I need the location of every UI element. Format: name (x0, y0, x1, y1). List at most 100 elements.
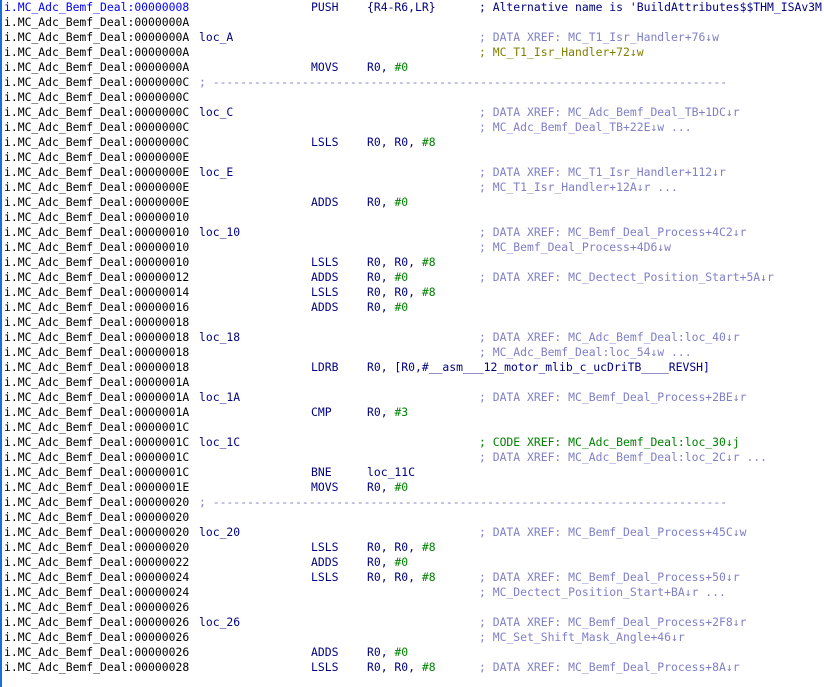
line-address[interactable]: i.MC_Adc_Bemf_Deal:00000018 (4, 360, 189, 375)
xref-comment[interactable]: ; MC_Adc_Bemf_Deal:loc_54↓w ... (479, 345, 692, 360)
line-address[interactable]: i.MC_Adc_Bemf_Deal:0000001A (4, 405, 189, 420)
instruction-operands[interactable]: R0, [R0,#__asm___12_motor_mlib_c_ucDriTB… (367, 360, 710, 375)
instruction-mnemonic[interactable]: CMP (311, 405, 332, 420)
instruction-operands[interactable]: loc_11C (367, 465, 415, 480)
instruction-mnemonic[interactable]: ADDS (311, 300, 338, 315)
xref-comment[interactable]: ; DATA XREF: MC_Adc_Bemf_Deal:loc_40↓r (479, 330, 740, 345)
line-address[interactable]: i.MC_Adc_Bemf_Deal:00000010 (4, 255, 189, 270)
line-address[interactable]: i.MC_Adc_Bemf_Deal:00000010 (4, 225, 189, 240)
line-address[interactable]: i.MC_Adc_Bemf_Deal:0000000E (4, 180, 189, 195)
line-address[interactable]: i.MC_Adc_Bemf_Deal:00000012 (4, 270, 189, 285)
instruction-mnemonic[interactable]: ADDS (311, 270, 338, 285)
line-address[interactable]: i.MC_Adc_Bemf_Deal:00000008 (4, 0, 189, 15)
line-address[interactable]: i.MC_Adc_Bemf_Deal:0000001C (4, 465, 189, 480)
code-label[interactable]: loc_1A (199, 390, 240, 405)
instruction-mnemonic[interactable]: ADDS (311, 195, 338, 210)
xref-comment[interactable]: ; DATA XREF: MC_Bemf_Deal_Process+2BE↓r (479, 390, 746, 405)
code-label[interactable]: loc_18 (199, 330, 240, 345)
code-label[interactable]: loc_A (199, 30, 233, 45)
instruction-operands[interactable]: R0, #0 (367, 195, 408, 210)
line-address[interactable]: i.MC_Adc_Bemf_Deal:0000001A (4, 390, 189, 405)
xref-comment[interactable]: ; DATA XREF: MC_Bemf_Deal_Process+50↓r (479, 570, 740, 585)
line-address[interactable]: i.MC_Adc_Bemf_Deal:0000000C (4, 135, 189, 150)
instruction-operands[interactable]: R0, R0, #8 (367, 660, 436, 675)
line-address[interactable]: i.MC_Adc_Bemf_Deal:00000018 (4, 315, 189, 330)
line-address[interactable]: i.MC_Adc_Bemf_Deal:00000020 (4, 525, 189, 540)
instruction-mnemonic[interactable]: LSLS (311, 540, 338, 555)
instruction-mnemonic[interactable]: MOVS (311, 60, 338, 75)
line-address[interactable]: i.MC_Adc_Bemf_Deal:00000016 (4, 300, 189, 315)
code-label[interactable]: loc_26 (199, 615, 240, 630)
line-address[interactable]: i.MC_Adc_Bemf_Deal:00000020 (4, 495, 189, 510)
line-address[interactable]: i.MC_Adc_Bemf_Deal:0000001C (4, 450, 189, 465)
instruction-operands[interactable]: R0, #3 (367, 405, 408, 420)
line-address[interactable]: i.MC_Adc_Bemf_Deal:0000000A (4, 15, 189, 30)
instruction-mnemonic[interactable]: LDRB (311, 360, 338, 375)
instruction-mnemonic[interactable]: LSLS (311, 135, 338, 150)
xref-comment[interactable]: ; MC_T1_Isr_Handler+12A↓r ... (479, 180, 678, 195)
instruction-mnemonic[interactable]: MOVS (311, 480, 338, 495)
line-address[interactable]: i.MC_Adc_Bemf_Deal:0000000C (4, 120, 189, 135)
line-address[interactable]: i.MC_Adc_Bemf_Deal:0000000A (4, 45, 189, 60)
xref-comment[interactable]: ; DATA XREF: MC_Bemf_Deal_Process+4C2↓r (479, 225, 746, 240)
code-label[interactable]: loc_10 (199, 225, 240, 240)
line-address[interactable]: i.MC_Adc_Bemf_Deal:0000001C (4, 420, 189, 435)
line-address[interactable]: i.MC_Adc_Bemf_Deal:00000010 (4, 210, 189, 225)
instruction-mnemonic[interactable]: LSLS (311, 255, 338, 270)
instruction-operands[interactable]: R0, #0 (367, 555, 408, 570)
instruction-mnemonic[interactable]: LSLS (311, 570, 338, 585)
xref-comment[interactable]: ; MC_T1_Isr_Handler+72↓w (479, 45, 644, 60)
xref-comment[interactable]: ; MC_Adc_Bemf_Deal_TB+22E↓w ... (479, 120, 692, 135)
line-address[interactable]: i.MC_Adc_Bemf_Deal:00000022 (4, 555, 189, 570)
code-label[interactable]: loc_C (199, 105, 233, 120)
instruction-mnemonic[interactable]: LSLS (311, 660, 338, 675)
instruction-mnemonic[interactable]: ADDS (311, 555, 338, 570)
line-address[interactable]: i.MC_Adc_Bemf_Deal:0000000E (4, 165, 189, 180)
disassembly-listing[interactable]: i.MC_Adc_Bemf_Deal:00000008 PUSH {R4-R6,LR… (4, 0, 824, 687)
instruction-mnemonic[interactable]: LSLS (311, 285, 338, 300)
line-address[interactable]: i.MC_Adc_Bemf_Deal:00000028 (4, 660, 189, 675)
line-address[interactable]: i.MC_Adc_Bemf_Deal:00000020 (4, 540, 189, 555)
instruction-operands[interactable]: R0, #0 (367, 270, 408, 285)
line-address[interactable]: i.MC_Adc_Bemf_Deal:0000000E (4, 150, 189, 165)
xref-comment[interactable]: ; DATA XREF: MC_Dectect_Position_Start+5… (479, 270, 774, 285)
xref-comment[interactable]: ; DATA XREF: MC_Adc_Bemf_Deal:loc_2C↓r .… (479, 450, 767, 465)
line-address[interactable]: i.MC_Adc_Bemf_Deal:0000000E (4, 195, 189, 210)
line-address[interactable]: i.MC_Adc_Bemf_Deal:0000000C (4, 90, 189, 105)
xref-comment[interactable]: ; MC_Dectect_Position_Start+BA↓r ... (479, 585, 726, 600)
line-address[interactable]: i.MC_Adc_Bemf_Deal:0000000A (4, 60, 189, 75)
xref-comment[interactable]: ; DATA XREF: MC_T1_Isr_Handler+112↓r (479, 165, 726, 180)
instruction-operands[interactable]: R0, R0, #8 (367, 285, 436, 300)
line-address[interactable]: i.MC_Adc_Bemf_Deal:0000001C (4, 435, 189, 450)
instruction-mnemonic[interactable]: ADDS (311, 645, 338, 660)
line-address[interactable]: i.MC_Adc_Bemf_Deal:00000014 (4, 285, 189, 300)
xref-comment[interactable]: ; DATA XREF: MC_Bemf_Deal_Process+45C↓w (479, 525, 746, 540)
line-address[interactable]: i.MC_Adc_Bemf_Deal:00000026 (4, 645, 189, 660)
instruction-mnemonic[interactable]: BNE (311, 465, 332, 480)
xref-comment[interactable]: ; DATA XREF: MC_T1_Isr_Handler+76↓w (479, 30, 719, 45)
code-label[interactable]: loc_1C (199, 435, 240, 450)
instruction-operands[interactable]: R0, R0, #8 (367, 135, 436, 150)
line-address[interactable]: i.MC_Adc_Bemf_Deal:00000026 (4, 615, 189, 630)
line-address[interactable]: i.MC_Adc_Bemf_Deal:00000024 (4, 570, 189, 585)
line-address[interactable]: i.MC_Adc_Bemf_Deal:0000001A (4, 375, 189, 390)
line-address[interactable]: i.MC_Adc_Bemf_Deal:00000010 (4, 240, 189, 255)
xref-comment[interactable]: ; DATA XREF: MC_Adc_Bemf_Deal_TB+1DC↓r (479, 105, 740, 120)
line-address[interactable]: i.MC_Adc_Bemf_Deal:0000001E (4, 480, 189, 495)
line-address[interactable]: i.MC_Adc_Bemf_Deal:0000000A (4, 30, 189, 45)
xref-comment[interactable]: ; DATA XREF: MC_Bemf_Deal_Process+2F8↓r (479, 615, 746, 630)
code-xref-comment[interactable]: ; CODE XREF: MC_Adc_Bemf_Deal:loc_30↓j (479, 435, 740, 450)
instruction-operands[interactable]: R0, #0 (367, 480, 408, 495)
instruction-operands[interactable]: R0, #0 (367, 645, 408, 660)
xref-comment[interactable]: ; DATA XREF: MC_Bemf_Deal_Process+8A↓r (479, 660, 740, 675)
line-address[interactable]: i.MC_Adc_Bemf_Deal:00000018 (4, 345, 189, 360)
line-address[interactable]: i.MC_Adc_Bemf_Deal:00000026 (4, 600, 189, 615)
code-label[interactable]: loc_20 (199, 525, 240, 540)
line-address[interactable]: i.MC_Adc_Bemf_Deal:0000000C (4, 75, 189, 90)
line-address[interactable]: i.MC_Adc_Bemf_Deal:00000020 (4, 510, 189, 525)
code-label[interactable]: loc_E (199, 165, 233, 180)
instruction-operands[interactable]: R0, R0, #8 (367, 255, 436, 270)
instruction-mnemonic[interactable]: PUSH (311, 0, 338, 15)
xref-comment[interactable]: ; MC_Set_Shift_Mask_Angle+46↓r (479, 630, 685, 645)
line-address[interactable]: i.MC_Adc_Bemf_Deal:00000026 (4, 630, 189, 645)
